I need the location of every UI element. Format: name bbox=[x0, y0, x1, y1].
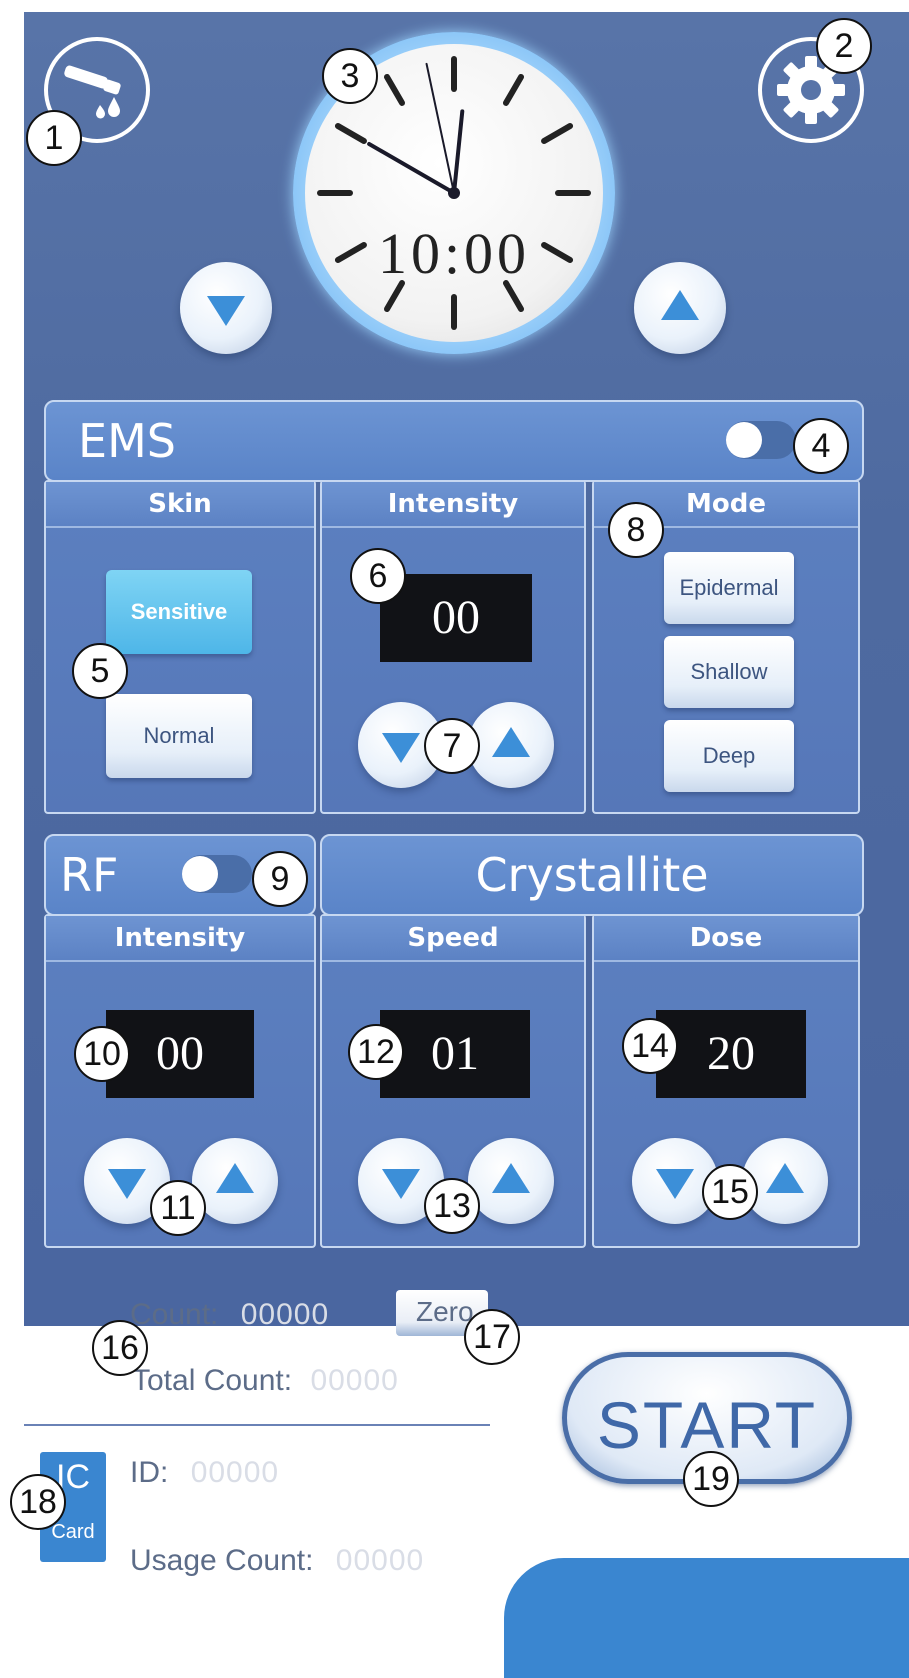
callout-5: 5 bbox=[72, 643, 128, 699]
time-up-button[interactable] bbox=[634, 262, 726, 354]
dose-display: 20 bbox=[656, 1010, 806, 1098]
usage-count-row: Usage Count: 00000 bbox=[130, 1544, 424, 1578]
clock-hour-hand bbox=[367, 142, 456, 195]
ems-intensity-title: Intensity bbox=[322, 482, 584, 528]
callout-15: 15 bbox=[702, 1164, 758, 1220]
up-arrow-icon bbox=[216, 1163, 254, 1193]
callout-12: 12 bbox=[348, 1024, 404, 1080]
down-arrow-icon bbox=[656, 1169, 694, 1199]
up-arrow-icon bbox=[492, 1163, 530, 1193]
mode-shallow-button[interactable]: Shallow bbox=[664, 636, 794, 708]
id-row: ID: 00000 bbox=[130, 1456, 279, 1490]
ems-toggle-knob bbox=[726, 422, 762, 458]
bottom-corner-shape bbox=[504, 1558, 909, 1678]
ems-title: EMS bbox=[78, 414, 176, 468]
ems-header: EMS bbox=[44, 400, 864, 482]
device-screen: 10:00 EMS Skin Sensitive Normal Intensit… bbox=[24, 12, 909, 1326]
callout-3: 3 bbox=[322, 48, 378, 104]
usage-count-value: 00000 bbox=[335, 1544, 425, 1577]
callout-4: 4 bbox=[793, 418, 849, 474]
usage-count-label: Usage Count: bbox=[130, 1544, 314, 1577]
skin-title: Skin bbox=[46, 482, 314, 528]
callout-1: 1 bbox=[26, 110, 82, 166]
up-arrow-icon bbox=[766, 1163, 804, 1193]
dose-title: Dose bbox=[594, 916, 858, 962]
rf-intensity-title: Intensity bbox=[46, 916, 314, 962]
callout-19: 19 bbox=[683, 1451, 739, 1507]
callout-7: 7 bbox=[424, 718, 480, 774]
callout-14: 14 bbox=[622, 1018, 678, 1074]
speed-title: Speed bbox=[322, 916, 584, 962]
down-arrow-icon bbox=[207, 296, 245, 326]
up-arrow-icon bbox=[661, 290, 699, 320]
id-label: ID: bbox=[130, 1456, 169, 1489]
clock-second-hand bbox=[425, 62, 455, 194]
callout-18: 18 bbox=[10, 1474, 66, 1530]
ems-toggle[interactable] bbox=[726, 421, 796, 459]
callout-16: 16 bbox=[92, 1320, 148, 1376]
zero-label: Zero bbox=[416, 1296, 474, 1327]
clock-tick bbox=[503, 73, 524, 106]
mode-epidermal-button[interactable]: Epidermal bbox=[664, 552, 794, 624]
down-arrow-icon bbox=[382, 1169, 420, 1199]
clock-center-dot bbox=[448, 187, 460, 199]
clock-minute-hand bbox=[452, 109, 465, 195]
mode-deep-button[interactable]: Deep bbox=[664, 720, 794, 792]
rf-title: RF bbox=[60, 848, 119, 902]
clock-time-text: 10:00 bbox=[377, 221, 531, 286]
down-arrow-icon bbox=[382, 733, 420, 763]
clock-tick bbox=[384, 73, 405, 106]
id-value: 00000 bbox=[190, 1456, 280, 1489]
callout-6: 6 bbox=[350, 548, 406, 604]
up-arrow-icon bbox=[492, 727, 530, 757]
crystallite-header: Crystallite bbox=[320, 834, 864, 916]
total-count-label: Total Count: bbox=[132, 1364, 293, 1397]
count-label: Count: bbox=[130, 1298, 219, 1331]
down-arrow-icon bbox=[108, 1169, 146, 1199]
callout-8: 8 bbox=[608, 502, 664, 558]
callout-9: 9 bbox=[252, 851, 308, 907]
rf-toggle-knob bbox=[182, 856, 218, 892]
callout-10: 10 bbox=[74, 1026, 130, 1082]
callout-2: 2 bbox=[816, 18, 872, 74]
skin-sensitive-button[interactable]: Sensitive bbox=[106, 570, 252, 654]
callout-11: 11 bbox=[150, 1180, 206, 1236]
count-row: Count: 00000 bbox=[130, 1298, 329, 1332]
skin-normal-button[interactable]: Normal bbox=[106, 694, 252, 778]
total-count-row: Total Count: 00000 bbox=[132, 1364, 399, 1398]
divider bbox=[24, 1424, 490, 1426]
total-count-value: 00000 bbox=[310, 1364, 399, 1397]
rf-toggle[interactable] bbox=[182, 855, 252, 893]
clock-tick bbox=[334, 123, 367, 144]
crystallite-title: Crystallite bbox=[475, 848, 709, 902]
callout-17: 17 bbox=[464, 1309, 520, 1365]
callout-13: 13 bbox=[424, 1178, 480, 1234]
count-value: 00000 bbox=[240, 1298, 330, 1331]
speed-up-button[interactable] bbox=[468, 1138, 554, 1224]
ems-intensity-up-button[interactable] bbox=[468, 702, 554, 788]
time-down-button[interactable] bbox=[180, 262, 272, 354]
clock-tick bbox=[541, 123, 574, 144]
